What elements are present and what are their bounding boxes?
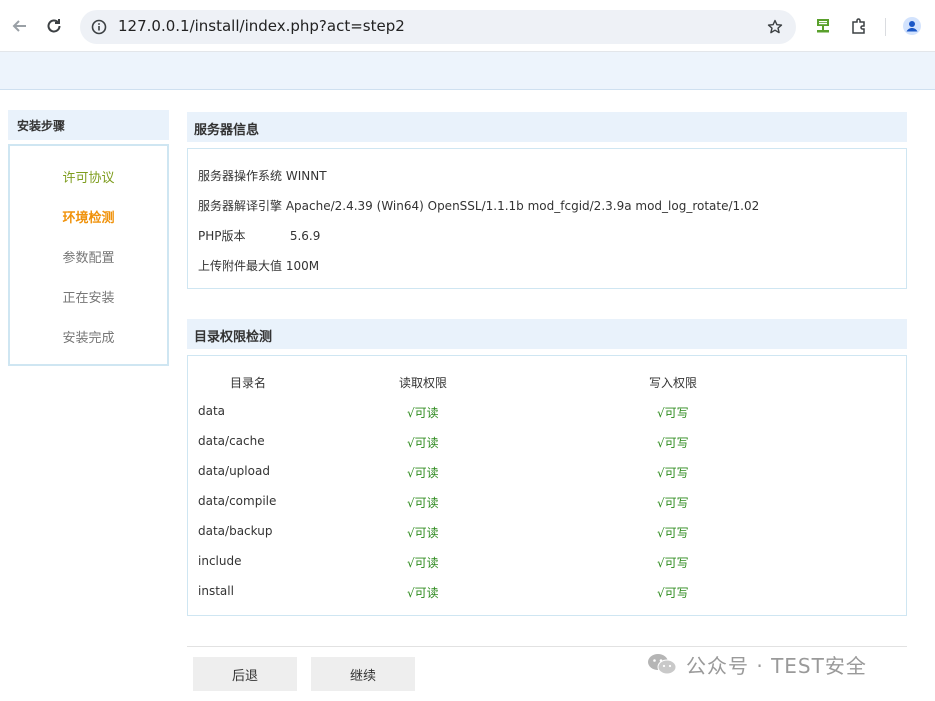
browser-toolbar: 127.0.0.1/install/index.php?act=step2	[0, 0, 935, 52]
read-status: √可读	[407, 496, 439, 510]
dir-name: data	[198, 404, 226, 418]
toolbar-separator	[885, 18, 886, 36]
header-banner	[0, 52, 935, 90]
dir-name: data/compile	[198, 494, 277, 508]
info-value: 100M	[285, 259, 320, 273]
info-row: 服务器操作系统 WINNT	[198, 167, 327, 184]
read-status: √可读	[407, 526, 439, 540]
watermark: 公众号 · TEST安全	[646, 648, 867, 680]
info-value: 5.6.9	[289, 229, 321, 243]
footer-divider	[187, 646, 907, 647]
continue-button[interactable]: 继续	[311, 657, 415, 691]
read-status: √可读	[407, 466, 439, 480]
steps-panel: 许可协议 环境检测 参数配置 正在安装 安装完成	[8, 144, 169, 366]
step-env-check: 环境检测	[62, 211, 115, 226]
dir-name: data/cache	[198, 434, 265, 448]
col-header-read: 读取权限	[399, 376, 448, 390]
read-status: √可读	[407, 556, 439, 570]
info-row: 服务器解译引擎 Apache/2.4.39 (Win64) OpenSSL/1.…	[198, 197, 759, 214]
read-status: √可读	[407, 586, 439, 600]
watermark-text: 公众号 · TEST安全	[686, 653, 867, 678]
sidebar-title: 安装步骤	[8, 110, 169, 140]
info-row: PHP版本 5.6.9	[198, 227, 320, 244]
read-status: √可读	[407, 436, 439, 450]
dir-name: include	[198, 554, 242, 568]
info-label: PHP版本	[198, 229, 246, 243]
dir-name: data/backup	[198, 524, 273, 538]
info-label: 服务器操作系统	[198, 169, 283, 183]
url-text[interactable]: 127.0.0.1/install/index.php?act=step2	[118, 17, 405, 35]
step-license: 许可协议	[62, 171, 115, 186]
write-status: √可写	[657, 406, 689, 420]
step-installing: 正在安装	[62, 291, 115, 306]
star-icon[interactable]	[764, 16, 786, 38]
write-status: √可写	[657, 556, 689, 570]
write-status: √可写	[657, 466, 689, 480]
col-header-write: 写入权限	[649, 376, 698, 390]
write-status: √可写	[657, 496, 689, 510]
back-arrow-icon[interactable]	[6, 12, 34, 40]
dir-perms-table: 目录名 读取权限 写入权限 data √可读 √可写 data/cache √可…	[187, 355, 907, 616]
address-bar[interactable]: 127.0.0.1/install/index.php?act=step2	[80, 10, 796, 44]
write-status: √可写	[657, 586, 689, 600]
dir-perms-title: 目录权限检测	[187, 319, 907, 349]
info-icon[interactable]	[88, 16, 110, 38]
dir-name: install	[198, 584, 234, 598]
info-value: Apache/2.4.39 (Win64) OpenSSL/1.1.1b mod…	[285, 199, 760, 213]
server-info-title: 服务器信息	[187, 112, 907, 142]
back-button[interactable]: 后退	[193, 657, 297, 691]
write-status: √可写	[657, 526, 689, 540]
server-info-panel: 服务器操作系统 WINNT 服务器解译引擎 Apache/2.4.39 (Win…	[187, 148, 907, 289]
read-status: √可读	[407, 406, 439, 420]
step-config: 参数配置	[62, 251, 115, 266]
write-status: √可写	[657, 436, 689, 450]
info-label: 上传附件最大值	[198, 259, 283, 273]
info-row: 上传附件最大值 100M	[198, 257, 319, 274]
reload-icon[interactable]	[40, 12, 68, 40]
dir-name: data/upload	[198, 464, 270, 478]
col-header-dir: 目录名	[230, 376, 267, 390]
wechat-icon	[646, 652, 678, 676]
puzzle-icon[interactable]	[845, 12, 873, 40]
info-value: WINNT	[285, 169, 327, 183]
extension-green-icon[interactable]	[809, 12, 837, 40]
step-complete: 安装完成	[62, 331, 115, 346]
info-label: 服务器解译引擎	[198, 199, 283, 213]
profile-icon[interactable]	[898, 12, 926, 40]
